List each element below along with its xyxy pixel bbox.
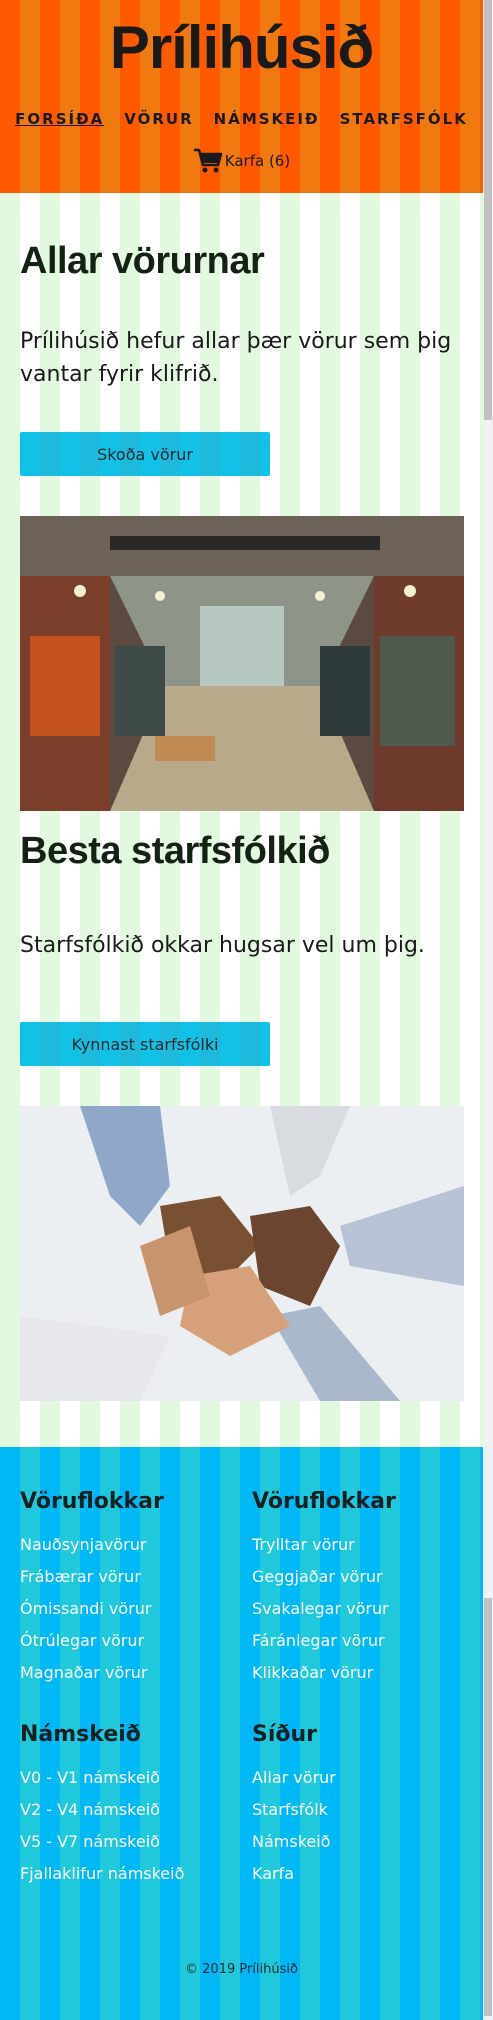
section-title-staff: Besta starfsfólkið xyxy=(20,830,330,872)
footer-link[interactable]: V2 - V4 námskeið xyxy=(20,1794,240,1826)
footer-link[interactable]: Ómissandi vörur xyxy=(20,1593,240,1625)
meet-staff-button[interactable]: Kynnast starfsfólki xyxy=(20,1022,270,1066)
footer-heading: Námskeið xyxy=(20,1722,141,1747)
footer-column-courses: Námskeið V0 - V1 námskeið V2 - V4 námske… xyxy=(20,1720,240,1890)
nav-item-namskeid[interactable]: NÁMSKEIÐ xyxy=(214,108,320,130)
cart-label: Karfa (6) xyxy=(224,152,291,170)
footer-link[interactable]: Frábærar vörur xyxy=(20,1561,240,1593)
footer-column-pages: Síður Allar vörur Starfsfólk Námskeið Ka… xyxy=(252,1720,472,1890)
footer-link[interactable]: Karfa xyxy=(252,1858,472,1890)
copyright-text: © 2019 Prílihúsið xyxy=(185,1962,298,1977)
footer-link[interactable]: Fáránlegar vörur xyxy=(252,1625,472,1657)
footer-link[interactable]: Nauðsynjavörur xyxy=(20,1529,240,1561)
nav-item-vorur[interactable]: VÖRUR xyxy=(124,108,193,130)
footer-link[interactable]: Magnaðar vörur xyxy=(20,1657,240,1689)
footer-link[interactable]: Allar vörur xyxy=(252,1762,472,1794)
footer-link[interactable]: V0 - V1 námskeið xyxy=(20,1762,240,1794)
view-products-button[interactable]: Skoða vörur xyxy=(20,432,270,476)
scrollbar-track[interactable] xyxy=(483,0,493,2020)
cart-link[interactable]: Karfa (6) xyxy=(0,148,483,174)
main-content: Allar vörurnar Prílihúsið hefur allar þæ… xyxy=(0,193,483,1447)
site-header: Prílihúsið FORSÍÐA VÖRUR NÁMSKEIÐ STARFS… xyxy=(0,0,483,193)
footer-link[interactable]: Starfsfólk xyxy=(252,1794,472,1826)
footer-link[interactable]: Ótrúlegar vörur xyxy=(20,1625,240,1657)
shopping-cart-icon xyxy=(193,148,223,173)
footer-heading: Vöruflokkar xyxy=(20,1489,164,1514)
scrollbar-thumb-lower[interactable] xyxy=(484,1598,492,2016)
footer-heading: Vöruflokkar xyxy=(252,1489,396,1514)
footer-link[interactable]: Trylltar vörur xyxy=(252,1529,472,1561)
nav-item-starfsfolk[interactable]: STARFSFÓLK xyxy=(340,108,468,130)
footer-link[interactable]: Námskeið xyxy=(252,1826,472,1858)
footer-column-categories-1: Vöruflokkar Nauðsynjavörur Frábærar vöru… xyxy=(20,1487,240,1689)
main-nav: FORSÍÐA VÖRUR NÁMSKEIÐ STARFSFÓLK xyxy=(0,108,483,130)
site-footer: Vöruflokkar Nauðsynjavörur Frábærar vöru… xyxy=(0,1447,483,2020)
footer-link[interactable]: Svakalegar vörur xyxy=(252,1593,472,1625)
nav-item-forsida[interactable]: FORSÍÐA xyxy=(15,108,104,130)
site-logo[interactable]: Prílihúsið xyxy=(0,8,483,88)
footer-link[interactable]: Fjallaklifur námskeið xyxy=(20,1858,240,1890)
section-title-products: Allar vörurnar xyxy=(20,240,265,282)
section-text-products: Prílihúsið hefur allar þær vörur sem þig… xyxy=(20,329,452,387)
footer-link[interactable]: Klikkaðar vörur xyxy=(252,1657,472,1689)
section-text-staff: Starfsfólkið okkar hugsar vel um þig. xyxy=(20,933,425,958)
footer-heading: Síður xyxy=(252,1722,318,1747)
footer-link[interactable]: Geggjaðar vörur xyxy=(252,1561,472,1593)
store-interior-image xyxy=(20,516,464,811)
footer-link[interactable]: V5 - V7 námskeið xyxy=(20,1826,240,1858)
scrollbar-thumb[interactable] xyxy=(484,0,492,420)
footer-column-categories-2: Vöruflokkar Trylltar vörur Geggjaðar vör… xyxy=(252,1487,472,1689)
hands-teamwork-image xyxy=(20,1106,464,1401)
